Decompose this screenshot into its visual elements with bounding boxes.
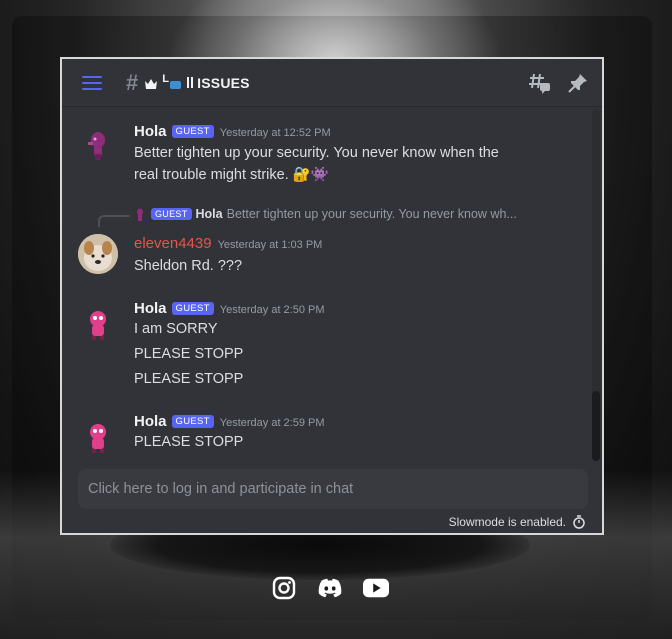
reply-avatar-icon — [137, 208, 143, 221]
reply-connector — [98, 215, 130, 227]
avatar[interactable] — [78, 234, 118, 274]
threads-icon[interactable] — [528, 71, 552, 95]
message-header: eleven4439 Yesterday at 1:03 PM — [134, 235, 322, 252]
channel-header: # L ISSUES — [62, 59, 602, 107]
youtube-icon[interactable] — [363, 575, 389, 601]
pause-icon — [187, 77, 194, 88]
channel-hash-icon: # — [126, 69, 139, 95]
message-list[interactable]: Hola GUEST Yesterday at 12:52 PM Better … — [62, 107, 602, 467]
guest-badge: GUEST — [151, 208, 192, 220]
message-text: real trouble might strike. 🔐👾 — [134, 167, 329, 183]
channel-name: L ISSUES — [144, 72, 250, 91]
message-header: Hola GUEST Yesterday at 2:50 PM — [134, 300, 325, 317]
channel-name-l: L — [162, 72, 170, 85]
timestamp: Yesterday at 2:50 PM — [219, 304, 325, 316]
chat-widget: # L ISSUES Hola GUEST Yesterday at 12:52… — [60, 57, 604, 535]
message-text: I am SORRY — [134, 321, 218, 337]
channel-title: ISSUES — [197, 74, 250, 91]
message-text: Sheldon Rd. ??? — [134, 258, 243, 274]
message-text: PLEASE STOPP — [134, 346, 244, 362]
message-text: PLEASE STOPP — [134, 371, 244, 387]
guest-badge: GUEST — [171, 415, 214, 428]
username[interactable]: Hola — [134, 300, 167, 317]
reply-snippet: Better tighten up your security. You nev… — [226, 207, 517, 221]
avatar[interactable] — [78, 125, 118, 165]
message-header: Hola GUEST Yesterday at 2:59 PM — [134, 413, 325, 430]
avatar[interactable] — [78, 418, 118, 458]
instagram-icon[interactable] — [271, 575, 297, 601]
timestamp: Yesterday at 12:52 PM — [219, 127, 331, 139]
message-text: PLEASE STOPP — [134, 434, 244, 450]
guest-badge: GUEST — [171, 302, 214, 315]
slowmode-text: Slowmode is enabled. — [448, 515, 566, 529]
login-chat-input[interactable]: Click here to log in and participate in … — [78, 469, 588, 509]
reply-preview[interactable]: GUEST Hola Better tighten up your securi… — [134, 207, 517, 221]
stopwatch-icon — [573, 515, 585, 529]
username[interactable]: Hola — [134, 413, 167, 430]
hamburger-icon[interactable] — [82, 75, 102, 90]
slowmode-indicator: Slowmode is enabled. — [449, 515, 586, 529]
discord-icon[interactable] — [317, 575, 343, 601]
username[interactable]: eleven4439 — [134, 235, 212, 252]
guest-badge: GUEST — [171, 125, 214, 138]
message-text: Better tighten up your security. You nev… — [134, 145, 499, 161]
reply-author[interactable]: Hola — [196, 207, 223, 221]
pin-icon[interactable] — [566, 71, 590, 95]
composer-placeholder: Click here to log in and participate in … — [88, 481, 354, 497]
social-links — [271, 575, 389, 601]
scrollbar-thumb[interactable] — [592, 391, 600, 461]
avatar[interactable] — [78, 305, 118, 345]
speech-bubble-icon — [170, 80, 182, 89]
message-header: Hola GUEST Yesterday at 12:52 PM — [134, 123, 331, 140]
timestamp: Yesterday at 2:59 PM — [219, 417, 325, 429]
crown-icon — [144, 77, 158, 89]
timestamp: Yesterday at 1:03 PM — [217, 239, 323, 251]
username[interactable]: Hola — [134, 123, 167, 140]
